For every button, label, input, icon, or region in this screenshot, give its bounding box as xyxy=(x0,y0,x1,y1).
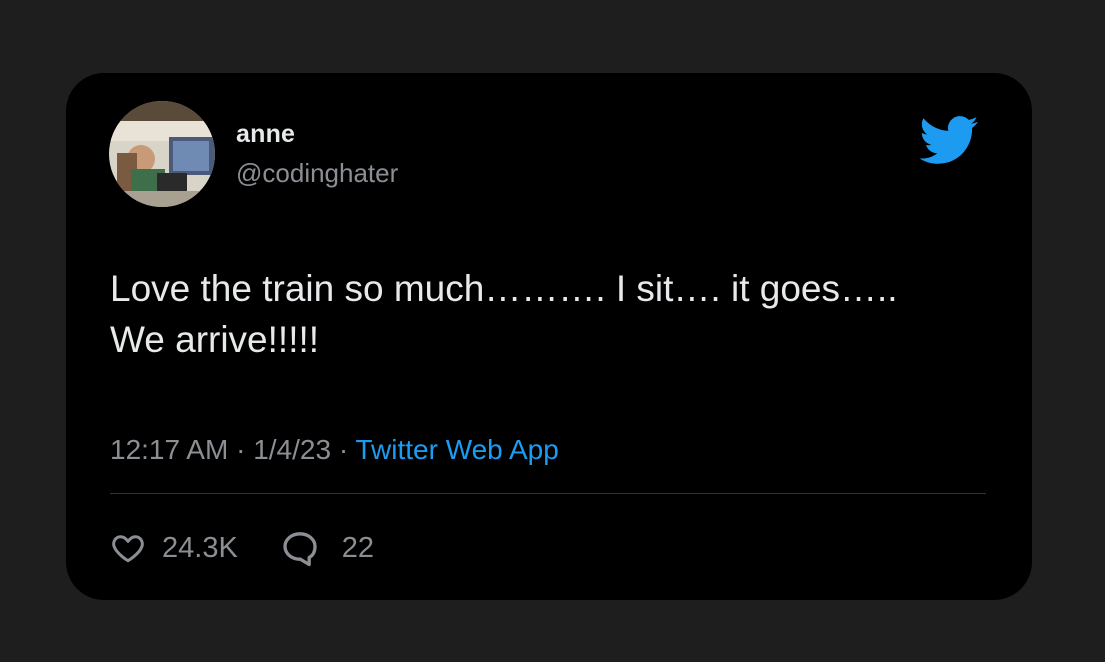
divider xyxy=(110,493,986,494)
like-button[interactable]: 24.3K xyxy=(110,530,238,566)
tweet-actions: 24.3K 22 xyxy=(110,528,374,568)
tweet-source-link[interactable]: Twitter Web App xyxy=(355,434,558,465)
tweet-text: Love the train so much………. I sit…. it go… xyxy=(110,268,898,360)
reply-count: 22 xyxy=(341,531,375,564)
meta-separator: · xyxy=(338,434,349,465)
profile-photo xyxy=(109,101,215,207)
reply-button[interactable]: 22 xyxy=(280,528,374,568)
tweet-card: anne @codinghater Love the train so much… xyxy=(66,73,1032,600)
twitter-bird-icon[interactable] xyxy=(912,109,984,171)
tweet-date[interactable]: 1/4/23 xyxy=(253,434,331,465)
author-handle[interactable]: @codinghater xyxy=(236,158,398,189)
author-name[interactable]: anne xyxy=(236,120,295,149)
like-count: 24.3K xyxy=(162,531,238,564)
heart-icon xyxy=(112,535,144,563)
avatar[interactable] xyxy=(109,101,215,207)
meta-separator: · xyxy=(236,434,246,465)
reply-bubble-icon xyxy=(283,532,317,567)
tweet-metadata: 12:17 AM · 1/4/23 · Twitter Web App xyxy=(110,434,559,466)
tweet-time[interactable]: 12:17 AM xyxy=(110,434,228,465)
